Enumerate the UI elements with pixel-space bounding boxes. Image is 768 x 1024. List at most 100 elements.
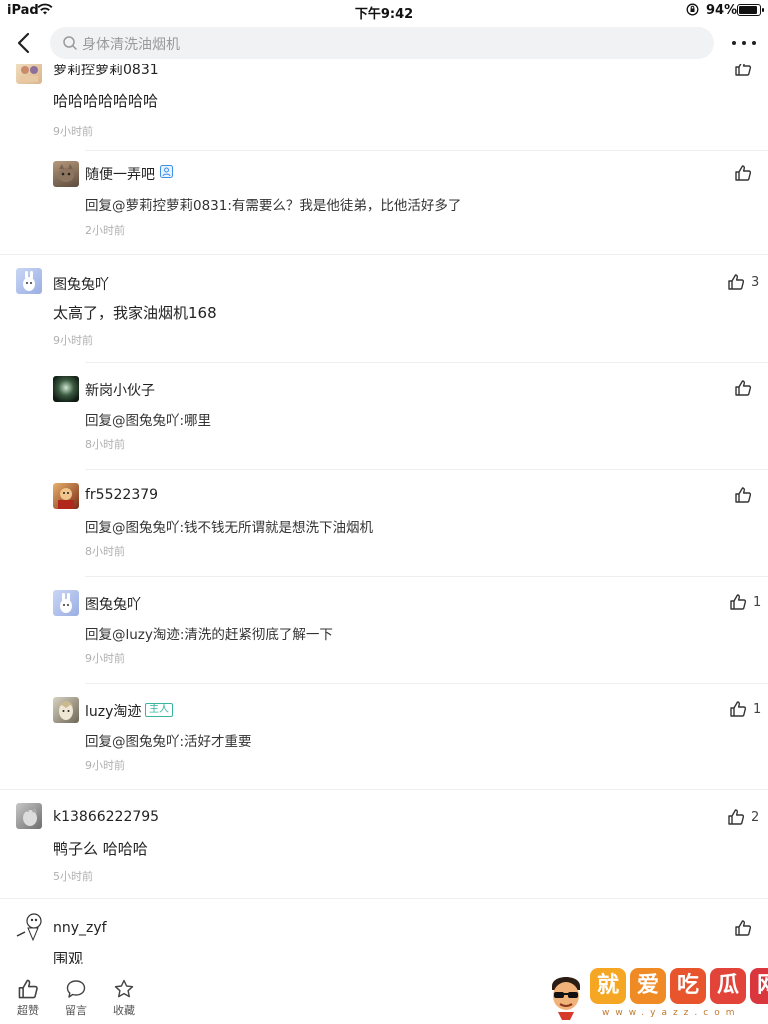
thumbs-up-icon [728, 274, 745, 290]
avatar[interactable] [16, 64, 42, 84]
search-placeholder: 身体清洗油烟机 [82, 37, 180, 53]
comment-username[interactable]: 新岗小伙子 [85, 380, 155, 400]
star-icon [114, 979, 134, 998]
comment-label: 留言 [65, 1004, 87, 1017]
more-options-button[interactable] [730, 32, 758, 52]
thumbs-up-icon [18, 979, 38, 999]
battery-icon [737, 4, 764, 16]
like-button[interactable]: 3 [727, 272, 759, 292]
watermark-char: 瓜 [710, 968, 746, 1004]
comment-text: 太高了，我家油烟机168 [53, 304, 217, 322]
like-button[interactable]: 1 [729, 699, 761, 719]
nav-bar: 身体清洗油烟机 [0, 22, 768, 64]
comment-username[interactable]: 随便一弄吧 [85, 164, 155, 184]
like-count: 2 [751, 809, 760, 825]
divider [0, 789, 768, 790]
comment-time: 9小时前 [53, 334, 93, 347]
comment-username[interactable]: 图兔兔吖 [85, 594, 141, 614]
like-button[interactable] [734, 64, 752, 78]
divider [85, 683, 768, 684]
comment-username[interactable]: nny_zyf [53, 920, 107, 936]
owner-badge: 主人 [145, 703, 173, 717]
like-post-label: 超赞 [17, 1004, 39, 1017]
comment-time: 9小时前 [53, 125, 93, 138]
like-post-button[interactable]: 超赞 [8, 978, 48, 1020]
divider [0, 898, 768, 899]
avatar[interactable] [53, 376, 79, 402]
reply-text: 回复@luzy淘迹:清洗的赶紧彻底了解一下 [85, 627, 333, 643]
watermark-char: 爱 [630, 968, 666, 1004]
comment-item: 图兔兔吖 太高了，我家油烟机168 9小时前 3 [0, 254, 768, 364]
thumbs-up-icon [735, 487, 752, 503]
thumbs-up-icon [730, 701, 747, 717]
watermark-title: 就 爱 吃 瓜 网 [590, 968, 768, 1004]
status-bar: iPad 下午9:42 94% [0, 0, 768, 22]
avatar[interactable] [16, 912, 44, 942]
reply-text: 回复@图兔兔吖:活好才重要 [85, 734, 252, 750]
comment-time: 5小时前 [53, 870, 93, 883]
like-button[interactable]: 2 [727, 807, 759, 827]
thumbs-up-icon [730, 594, 747, 610]
more-dot-icon [752, 41, 756, 45]
thumbs-up-icon [735, 165, 752, 181]
comment-time: 2小时前 [85, 224, 125, 237]
like-button[interactable] [734, 485, 752, 505]
site-watermark: 就 爱 吃 瓜 网 www.yazz.com [542, 964, 768, 1024]
battery-percent: 94% [706, 3, 738, 18]
watermark-char: 吃 [670, 968, 706, 1004]
favorite-label: 收藏 [113, 1004, 135, 1017]
comment-username[interactable]: 图兔兔吖 [53, 274, 109, 294]
search-input[interactable]: 身体清洗油烟机 [50, 27, 714, 59]
more-dot-icon [742, 41, 746, 45]
mascot-face-icon [552, 977, 580, 1020]
thumbs-up-icon [728, 809, 745, 825]
avatar[interactable] [53, 590, 79, 616]
reply-item: fr5522379 回复@图兔兔吖:钱不钱无所谓就是想洗下油烟机 8小时前 [0, 469, 768, 577]
watermark-char: 就 [590, 968, 626, 1004]
avatar[interactable] [16, 268, 42, 294]
like-count: 3 [751, 274, 760, 290]
reply-item: 新岗小伙子 回复@图兔兔吖:哪里 8小时前 [0, 362, 768, 470]
watermark-char: 网 [750, 968, 768, 1004]
comment-time: 9小时前 [85, 652, 125, 665]
avatar[interactable] [53, 161, 79, 187]
comment-time: 9小时前 [85, 759, 125, 772]
comment-text: 围观 [53, 950, 84, 964]
favorite-button[interactable]: 收藏 [104, 978, 144, 1020]
comment-time: 8小时前 [85, 545, 125, 558]
comment-button[interactable]: 留言 [56, 978, 96, 1020]
comment-text: 哈哈哈哈哈哈哈 [53, 92, 159, 110]
reply-text: 回复@图兔兔吖:哪里 [85, 413, 212, 429]
reply-text: 回复@图兔兔吖:钱不钱无所谓就是想洗下油烟机 [85, 520, 374, 536]
reply-item: luzy淘迹 主人 回复@图兔兔吖:活好才重要 9小时前 1 [0, 683, 768, 791]
divider [0, 254, 768, 255]
like-button[interactable] [734, 163, 752, 183]
watermark-url: www.yazz.com [602, 1008, 741, 1018]
divider [85, 469, 768, 470]
like-count: 1 [753, 701, 762, 717]
reply-item: 随便一弄吧 回复@萝莉控萝莉0831:有需要么？我是他徒弟，比他活好多了 2小时… [0, 150, 768, 256]
comment-time: 8小时前 [85, 438, 125, 451]
verified-badge-icon [160, 165, 173, 178]
comment-text: 鸭子么 哈哈哈 [53, 840, 148, 858]
like-count: 1 [753, 594, 762, 610]
avatar[interactable] [53, 483, 79, 509]
back-arrow-icon[interactable] [12, 30, 38, 56]
comment-item: nny_zyf 围观 [0, 898, 768, 964]
like-button[interactable] [734, 918, 752, 938]
like-button[interactable]: 1 [729, 592, 761, 612]
divider [85, 150, 768, 151]
avatar[interactable] [16, 803, 42, 829]
comment-username[interactable]: k13866222795 [53, 809, 159, 825]
comment-username[interactable]: 萝莉控萝莉0831 [53, 64, 159, 79]
reply-item: 图兔兔吖 回复@luzy淘迹:清洗的赶紧彻底了解一下 9小时前 1 [0, 576, 768, 684]
thumbs-up-icon [735, 380, 752, 396]
like-button[interactable] [734, 378, 752, 398]
comment-username[interactable]: fr5522379 [85, 487, 158, 503]
rotation-lock-icon [686, 3, 699, 16]
avatar[interactable] [53, 697, 79, 723]
search-icon [63, 36, 77, 50]
thumbs-up-icon [735, 64, 752, 76]
comment-username[interactable]: luzy淘迹 [85, 701, 141, 721]
comment-item: k13866222795 鸭子么 哈哈哈 5小时前 2 [0, 789, 768, 899]
